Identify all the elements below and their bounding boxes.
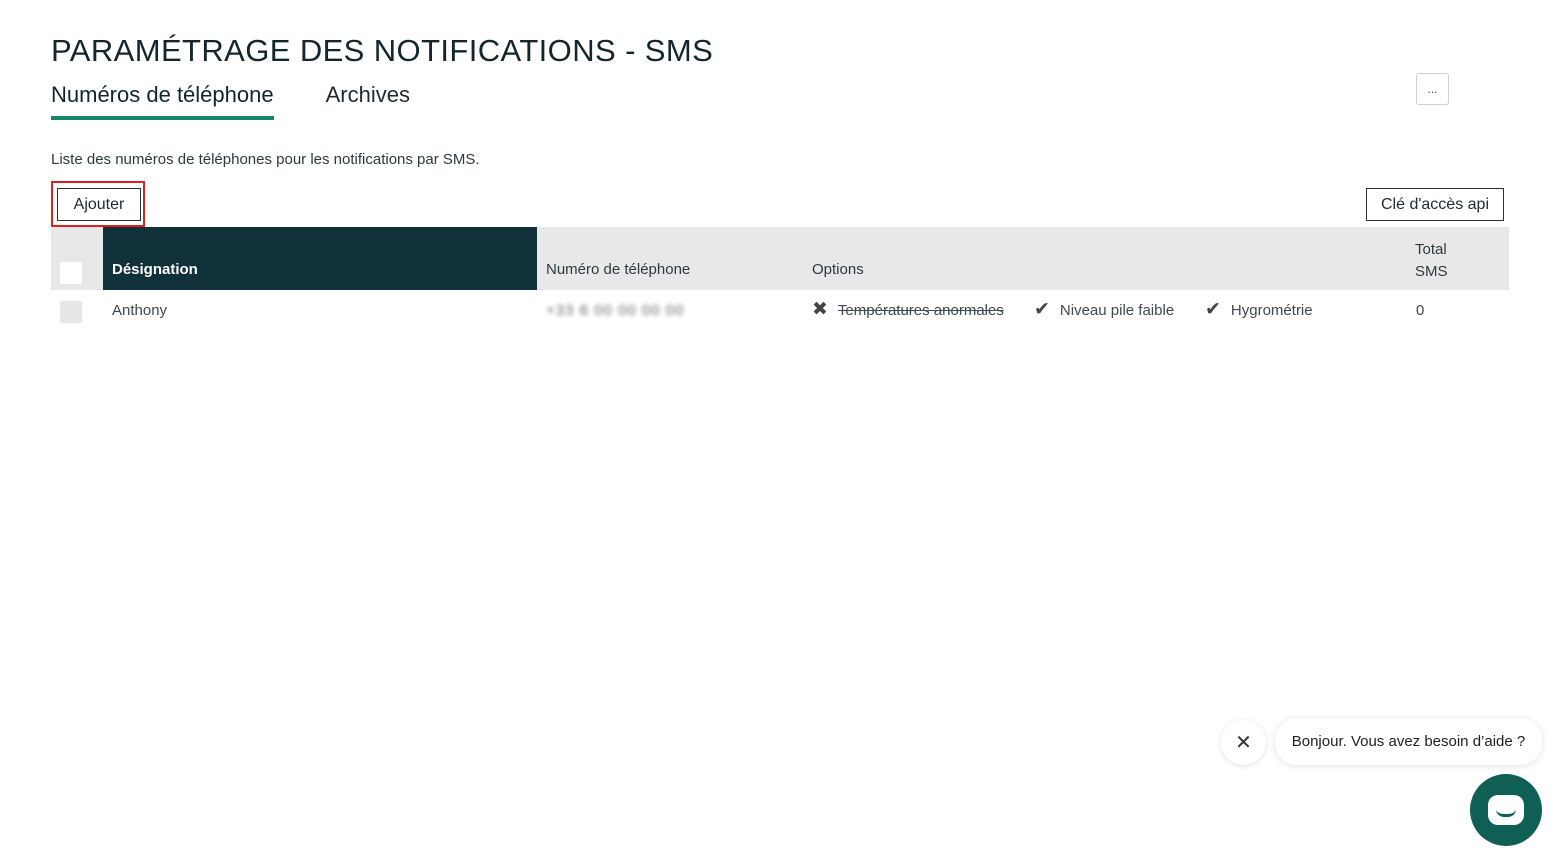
api-key-button[interactable]: Clé d'accès api bbox=[1366, 188, 1504, 221]
phone-numbers-table: Désignation Numéro de téléphone Options … bbox=[51, 227, 1509, 340]
page-title: PARAMÉTRAGE DES NOTIFICATIONS - SMS bbox=[51, 33, 714, 68]
add-button[interactable]: Ajouter bbox=[57, 188, 141, 221]
row-phone-number: +33 6 00 00 00 00 bbox=[546, 302, 685, 319]
select-all-checkbox[interactable] bbox=[60, 262, 82, 284]
tab-bar: Numéros de téléphone Archives bbox=[51, 82, 410, 120]
option-label: Niveau pile faible bbox=[1059, 301, 1175, 319]
chat-launcher-button[interactable] bbox=[1470, 774, 1542, 846]
option-abnormal-temperatures: ✖ Températures anormales bbox=[812, 299, 1004, 320]
column-header-total-sms[interactable]: Total SMS bbox=[1415, 239, 1455, 283]
row-checkbox[interactable] bbox=[60, 301, 82, 323]
column-header-options[interactable]: Options bbox=[812, 261, 864, 278]
table-header: Désignation Numéro de téléphone Options … bbox=[51, 227, 1509, 290]
chat-greeting-text: Bonjour. Vous avez besoin d’aide ? bbox=[1291, 733, 1526, 750]
option-label: Températures anormales bbox=[837, 301, 1004, 319]
check-icon: ✔ bbox=[1205, 299, 1221, 320]
row-designation: Anthony bbox=[112, 302, 168, 319]
check-icon: ✔ bbox=[1034, 299, 1050, 320]
close-icon[interactable]: ✕ bbox=[1221, 720, 1266, 765]
row-total-sms: 0 bbox=[1416, 302, 1425, 319]
chat-greeting-bubble[interactable]: Bonjour. Vous avez besoin d’aide ? bbox=[1275, 718, 1542, 765]
page-description: Liste des numéros de téléphones pour les… bbox=[51, 151, 480, 168]
tab-archives[interactable]: Archives bbox=[326, 82, 410, 120]
table-row: Anthony +33 6 00 00 00 00 ✖ Températures… bbox=[51, 290, 1509, 340]
tab-phone-numbers[interactable]: Numéros de téléphone bbox=[51, 82, 274, 120]
option-label: Hygrométrie bbox=[1230, 301, 1313, 319]
column-header-designation[interactable]: Désignation bbox=[103, 227, 537, 290]
chat-icon bbox=[1488, 795, 1524, 825]
column-header-total-line2: SMS bbox=[1415, 263, 1448, 280]
row-more-button[interactable]: ... bbox=[1416, 73, 1449, 105]
cross-icon: ✖ bbox=[812, 299, 828, 320]
column-header-total-line1: Total bbox=[1415, 241, 1447, 258]
option-hygrometry: ✔ Hygrométrie bbox=[1205, 299, 1313, 320]
option-low-battery: ✔ Niveau pile faible bbox=[1034, 299, 1175, 320]
column-header-phone[interactable]: Numéro de téléphone bbox=[546, 261, 690, 278]
